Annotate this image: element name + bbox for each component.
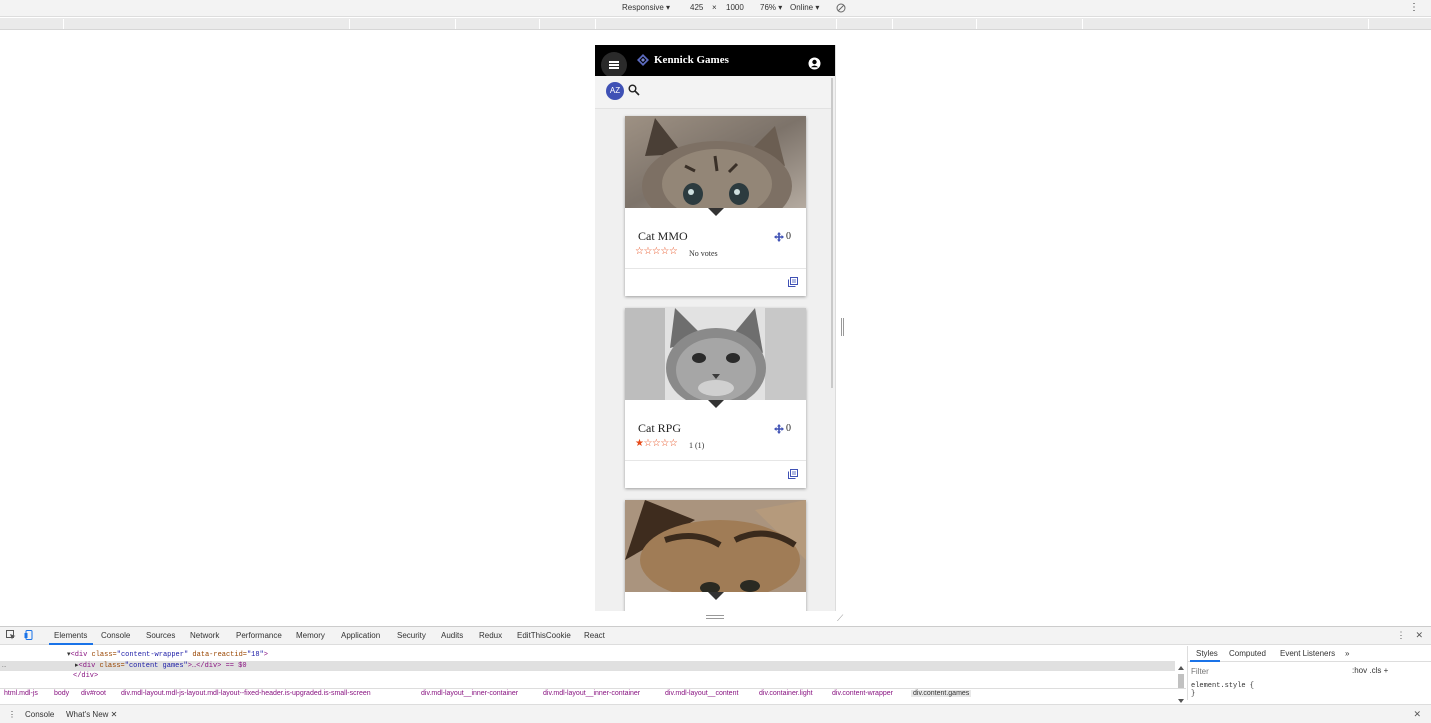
throttle-select[interactable]: Online ▾	[790, 3, 819, 12]
device-mode-select[interactable]: Responsive ▾	[622, 3, 670, 12]
device-toolbar: Responsive ▾ 425 × 1000 76% ▾ Online ▾ ⋮	[0, 0, 1431, 17]
device-viewport: Kennick Games AZ Cat MMO 0 ☆☆☆☆☆ No vote…	[595, 45, 836, 611]
breadcrumb-item[interactable]: div.mdl-layout__content	[665, 690, 738, 697]
drawer-tab-whats-new[interactable]: What's New ✕	[66, 710, 117, 719]
game-thumbnail[interactable]	[625, 308, 806, 400]
sort-az-button[interactable]: AZ	[606, 82, 624, 100]
diamond-logo-icon	[637, 54, 649, 66]
card-divider	[625, 460, 806, 461]
devtools-panel: Elements Console Sources Network Perform…	[0, 626, 1431, 723]
move-arrows-icon	[774, 231, 784, 242]
details-icon[interactable]	[788, 277, 798, 287]
tab-console[interactable]: Console	[101, 631, 130, 640]
breadcrumb-item[interactable]: div.content-wrapper	[832, 690, 893, 697]
menu-button[interactable]	[601, 52, 627, 78]
tab-sources[interactable]: Sources	[146, 631, 175, 640]
styles-tabbar: Styles Computed Event Listeners »	[1188, 646, 1431, 662]
breadcrumb-item[interactable]: div.container.light	[759, 690, 813, 697]
card-divider	[625, 268, 806, 269]
resize-handle-right[interactable]	[841, 318, 844, 336]
code-line[interactable]: ▾<div class="content-wrapper" data-react…	[0, 650, 1175, 660]
vote-count: No votes	[689, 249, 718, 258]
tab-performance[interactable]: Performance	[236, 631, 282, 640]
tab-react[interactable]: React	[584, 631, 605, 640]
code-line-selected[interactable]: ▸<div class="content games">…</div> == $…	[0, 661, 1175, 671]
breadcrumb-item[interactable]: div.mdl-layout__inner-container	[421, 690, 518, 697]
player-count-value: 0	[786, 423, 791, 434]
ellipsis-icon[interactable]: …	[2, 662, 6, 670]
drawer-tab-console[interactable]: Console	[25, 710, 54, 719]
dimension-separator: ×	[712, 3, 717, 12]
tab-event-listeners[interactable]: Event Listeners	[1280, 649, 1335, 658]
active-tab-indicator	[49, 643, 93, 645]
device-toggle-icon[interactable]	[24, 630, 34, 640]
devtools-window-controls[interactable]: ⋮ ✕	[1396, 630, 1423, 641]
game-card[interactable]: Cat RPG 0 ★☆☆☆☆ 1 (1)	[625, 308, 806, 488]
card-notch	[708, 400, 724, 408]
more-options-icon[interactable]: ⋮	[1409, 2, 1419, 13]
game-card[interactable]: Cat MMO 0 ☆☆☆☆☆ No votes	[625, 116, 806, 296]
rating-stars[interactable]: ★☆☆☆☆	[635, 438, 678, 449]
game-title[interactable]: Cat MMO	[638, 229, 688, 244]
search-icon[interactable]	[628, 84, 640, 96]
tab-styles[interactable]: Styles	[1196, 649, 1218, 658]
scrollbar[interactable]	[831, 78, 833, 388]
game-thumbnail[interactable]	[625, 500, 806, 592]
drawer-menu-icon[interactable]: ⋮	[8, 710, 16, 719]
tab-application[interactable]: Application	[341, 631, 380, 640]
code-line[interactable]: </div>	[0, 672, 1175, 682]
devtools-drawer: ⋮ Console What's New ✕ ✕	[0, 704, 1431, 723]
toolbar: AZ	[595, 76, 833, 109]
breadcrumb-item[interactable]: html.mdl-js	[4, 690, 38, 697]
details-icon[interactable]	[788, 469, 798, 479]
player-count: 0	[774, 423, 791, 434]
app-title[interactable]: Kennick Games	[654, 54, 729, 66]
viewport-height-input[interactable]: 1000	[726, 3, 744, 12]
breadcrumb: html.mdl-js body div#root div.mdl-layout…	[0, 688, 1186, 700]
media-query-ruler[interactable]	[0, 18, 1431, 30]
breadcrumb-item[interactable]: div#root	[81, 690, 106, 697]
styles-filter-input[interactable]	[1191, 665, 1341, 677]
account-icon[interactable]	[808, 57, 821, 70]
elements-tree: ▾<div class="content-wrapper" data-react…	[0, 646, 1186, 703]
game-thumbnail[interactable]	[625, 116, 806, 208]
player-count: 0	[774, 231, 791, 242]
vote-count: 1 (1)	[689, 441, 705, 450]
player-count-value: 0	[786, 231, 791, 242]
element-style-rule[interactable]: element.style { }	[1191, 682, 1254, 698]
tab-security[interactable]: Security	[397, 631, 426, 640]
tab-memory[interactable]: Memory	[296, 631, 325, 640]
rotate-icon[interactable]	[836, 3, 846, 15]
resize-corner-icon[interactable]: ⟋	[837, 613, 843, 624]
inspect-element-icon[interactable]	[6, 630, 16, 640]
rating-stars[interactable]: ☆☆☆☆☆	[635, 246, 678, 257]
breadcrumb-item-current[interactable]: div.content.games	[911, 690, 972, 697]
breadcrumb-item[interactable]: body	[54, 690, 69, 697]
game-title[interactable]: Cat RPG	[638, 421, 681, 436]
card-notch	[708, 592, 724, 600]
viewport-width-input[interactable]: 425	[690, 3, 703, 12]
zoom-select[interactable]: 76% ▾	[760, 3, 782, 12]
move-arrows-icon	[774, 423, 784, 434]
styles-pane: Styles Computed Event Listeners » :hov .…	[1187, 646, 1431, 700]
tab-redux[interactable]: Redux	[479, 631, 502, 640]
tab-computed[interactable]: Computed	[1229, 649, 1266, 658]
active-tab-indicator	[1190, 660, 1220, 662]
app-header: Kennick Games	[595, 45, 835, 78]
close-drawer-icon[interactable]: ✕	[1413, 709, 1421, 720]
game-card[interactable]	[625, 500, 806, 611]
tab-network[interactable]: Network	[190, 631, 219, 640]
tab-editthiscookie[interactable]: EditThisCookie	[517, 631, 571, 640]
breadcrumb-item[interactable]: div.mdl-layout__inner-container	[543, 690, 640, 697]
devtools-tabbar: Elements Console Sources Network Perform…	[0, 627, 1431, 645]
more-tabs-icon[interactable]: »	[1345, 649, 1349, 658]
breadcrumb-item[interactable]: div.mdl-layout.mdl-js-layout.mdl-layout-…	[121, 690, 371, 697]
style-toolbar[interactable]: :hov .cls +	[1352, 666, 1388, 675]
card-notch	[708, 208, 724, 216]
tab-audits[interactable]: Audits	[441, 631, 463, 640]
resize-handle-bottom[interactable]	[706, 615, 724, 619]
tab-elements[interactable]: Elements	[54, 631, 87, 640]
